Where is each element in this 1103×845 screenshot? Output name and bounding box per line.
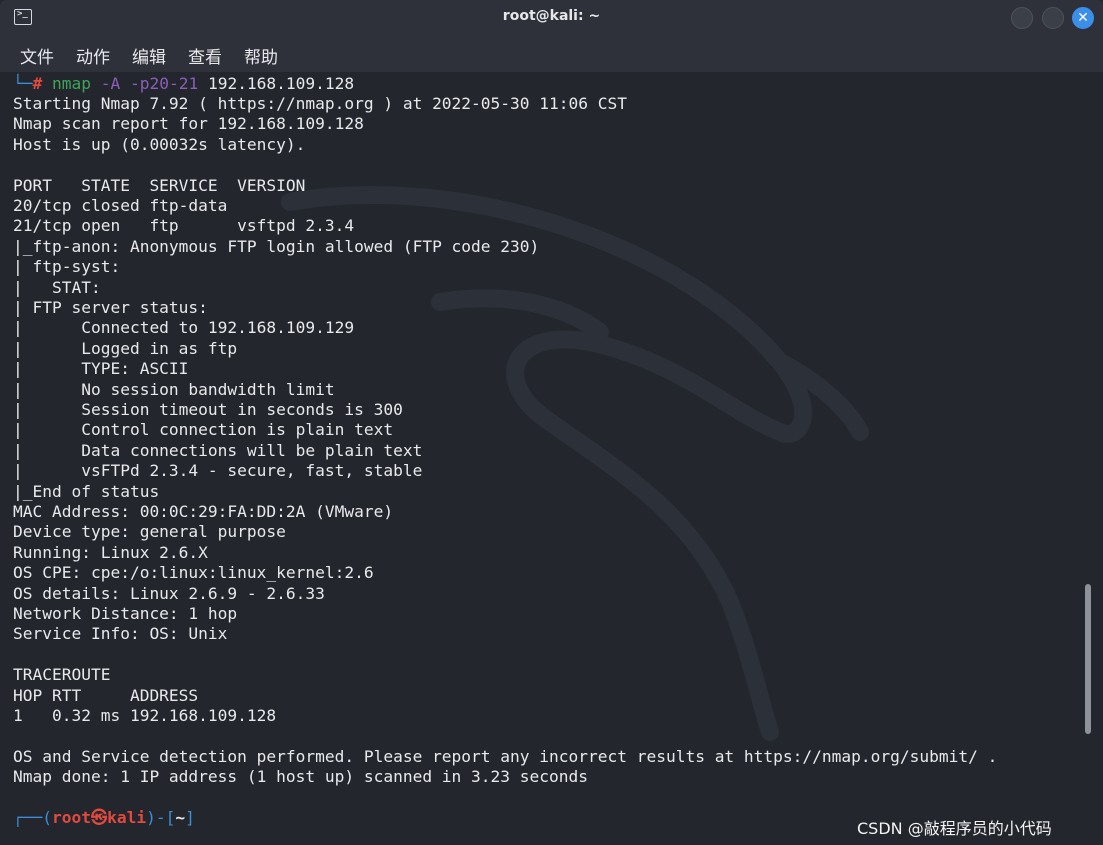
csdn-watermark: CSDN @敲程序员的小代码 <box>857 819 1052 838</box>
output-line: Network Distance: 1 hop <box>13 604 238 623</box>
menu-file[interactable]: 文件 <box>20 43 54 68</box>
terminal-window: >_ root@kali: ~ ✕ 文件 动作 编辑 查看 帮助 └─# nma… <box>0 0 1103 845</box>
output-line: Running: Linux 2.6.X <box>13 542 208 562</box>
maximize-button[interactable] <box>1042 7 1064 29</box>
output-line: Device type: general purpose <box>13 522 286 542</box>
output-line: Starting Nmap 7.92 ( https://nmap.org ) … <box>13 94 627 113</box>
prompt-mid: )-[ <box>146 808 176 827</box>
output-line: | Data connections will be plain text <box>13 440 423 460</box>
terminal-output-area[interactable]: └─# nmap -A -p20-21 192.168.109.128 Star… <box>0 72 1103 845</box>
output-line: OS and Service detection performed. Plea… <box>13 746 998 766</box>
minimize-button[interactable] <box>1011 7 1033 29</box>
shell-prompt: ┌──(root㉿kali)-[~] <box>13 808 195 828</box>
output-line: | TYPE: ASCII <box>13 359 189 379</box>
output-line: | STAT: <box>13 277 111 297</box>
output-line: OS CPE: cpe:/o:linux:linux_kernel:2.6 <box>13 563 374 583</box>
root-hash-symbol: # <box>32 74 43 93</box>
prompt-close: ] <box>185 808 195 827</box>
menu-view[interactable]: 查看 <box>188 43 222 68</box>
prompt-open: ┌──( <box>13 808 52 827</box>
output-line: HOP RTT ADDRESS <box>13 685 199 705</box>
output-line: Nmap scan report for 192.168.109.128 <box>13 114 364 134</box>
output-line: | Session timeout in seconds is 300 <box>13 400 403 419</box>
output-line: | Connected to 192.168.109.129 <box>13 318 355 338</box>
command-line: └─# nmap -A -p20-21 192.168.109.128 <box>13 74 354 94</box>
output-line: |_End of status <box>13 481 160 501</box>
command-prefix: └─ <box>13 74 33 93</box>
menu-bar: 文件 动作 编辑 查看 帮助 <box>0 36 1103 72</box>
output-line: MAC Address: 00:0C:29:FA:DD:2A (VMware) <box>13 502 394 521</box>
output-line: | Logged in as ftp <box>13 338 238 358</box>
output-line: | FTP server status: <box>13 298 208 317</box>
title-bar[interactable]: >_ root@kali: ~ ✕ <box>0 0 1103 36</box>
command-name: nmap <box>52 74 91 93</box>
command-target: 192.168.109.128 <box>207 74 355 93</box>
menu-actions[interactable]: 动作 <box>76 43 110 68</box>
output-line: Nmap done: 1 IP address (1 host up) scan… <box>13 767 588 787</box>
prompt-directory: ~ <box>175 808 186 827</box>
output-line: | ftp-syst: <box>13 257 130 277</box>
menu-help[interactable]: 帮助 <box>244 43 278 68</box>
prompt-user: root㉿kali <box>51 808 147 827</box>
output-line: OS details: Linux 2.6.9 - 2.6.33 <box>13 583 325 603</box>
output-line: Host is up (0.00032s latency). <box>13 134 306 154</box>
output-line: | vsFTPd 2.3.4 - secure, fast, stable <box>13 461 423 481</box>
command-flags: -A -p20-21 <box>100 74 199 93</box>
output-line: 21/tcp open ftp vsftpd 2.3.4 <box>13 216 355 236</box>
close-button[interactable]: ✕ <box>1072 7 1094 29</box>
close-icon: ✕ <box>1077 10 1089 26</box>
output-line: PORT STATE SERVICE VERSION <box>13 175 306 195</box>
vertical-scrollbar[interactable] <box>1085 584 1091 734</box>
menu-edit[interactable]: 编辑 <box>132 43 166 68</box>
output-line: 1 0.32 ms 192.168.109.128 <box>13 706 277 725</box>
window-title: root@kali: ~ <box>502 8 601 24</box>
output-line: |_ftp-anon: Anonymous FTP login allowed … <box>13 236 540 256</box>
output-line: | Control connection is plain text <box>13 420 394 440</box>
output-line: 20/tcp closed ftp-data <box>13 196 228 215</box>
output-line: | No session bandwidth limit <box>13 379 335 399</box>
output-line: TRACEROUTE <box>13 665 111 685</box>
output-line: Service Info: OS: Unix <box>13 624 228 644</box>
